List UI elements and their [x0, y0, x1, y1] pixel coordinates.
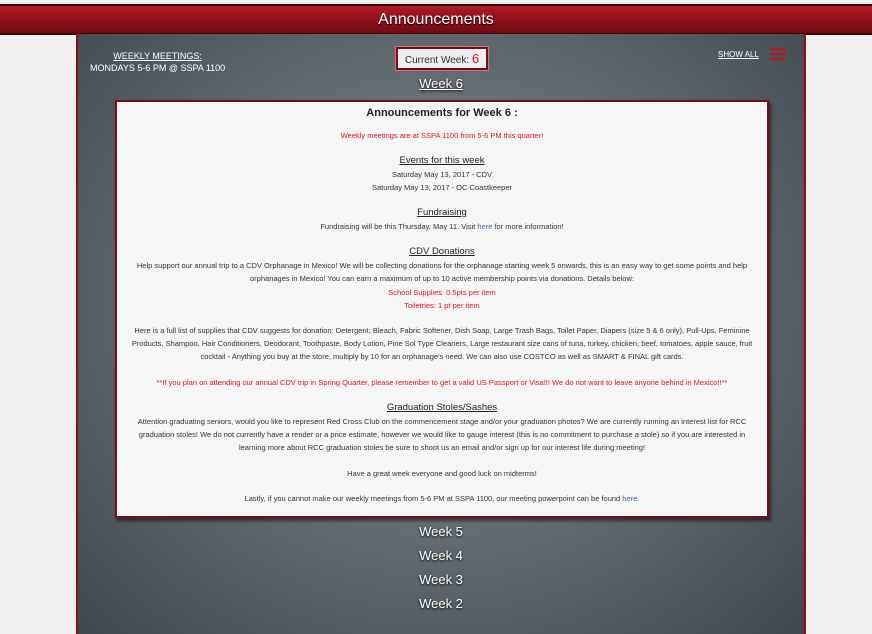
powerpoint-link[interactable]: here. [622, 494, 639, 503]
announcement-panel: Announcements for Week 6 : Weekly meetin… [115, 100, 769, 518]
event-item: Saturday May 13, 2017 - CDV [391, 170, 493, 179]
page-title: Announcements [378, 11, 494, 28]
closing-text: Have a great week everyone and good luck… [347, 469, 537, 478]
stoles-text: Attention graduating seniors, would you … [137, 417, 747, 452]
passport-notice: **If you plan on attending our annual CD… [156, 378, 728, 387]
fundraising-link[interactable]: here [477, 222, 492, 231]
current-week-label: Current Week: [404, 55, 472, 66]
events-heading: Events for this week [399, 155, 485, 166]
meeting-label: WEEKLY MEETINGS: [113, 51, 202, 61]
week-3-link[interactable]: Week 3 [78, 572, 804, 587]
week-2-link[interactable]: Week 2 [78, 596, 804, 611]
current-week-value: 6 [471, 51, 480, 66]
week-6-link[interactable]: Week 6 [78, 76, 804, 91]
meeting-info: WEEKLY MEETINGS: MONDAYS 5-6 PM @ SSPA 1… [90, 50, 225, 74]
stoles-heading: Graduation Stoles/Sashes [386, 402, 498, 413]
menu-icon[interactable] [770, 48, 786, 62]
show-all-link[interactable]: SHOW ALL [718, 50, 759, 60]
week-4-link[interactable]: Week 4 [78, 548, 804, 563]
cdv-toiletries: Toiletries: 1 pt per item [404, 301, 480, 310]
cdv-text: Help support our annual trip to a CDV Or… [136, 261, 748, 283]
announcement-title: Announcements for Week 6 : [366, 107, 518, 119]
current-week-badge: Current Week: 6 [396, 47, 488, 70]
main-content: WEEKLY MEETINGS: MONDAYS 5-6 PM @ SSPA 1… [76, 34, 806, 634]
week-5-link[interactable]: Week 5 [78, 524, 804, 539]
header-bar: Announcements [0, 4, 872, 35]
event-item: Saturday May 13, 2017 - OC Coastkeeper [371, 183, 513, 192]
cdv-heading: CDV Donations [409, 246, 475, 257]
supplies-text: Here is a full list of supplies that CDV… [131, 326, 753, 361]
cdv-school-supplies: School Supplies: 0.5pts per item [388, 288, 496, 297]
fundraising-text: Fundraising will be this Thursday, May 1… [320, 222, 564, 231]
meeting-notice: Weekly meetings are at SSPA 1100 from 5-… [340, 131, 544, 140]
meeting-time: MONDAYS 5-6 PM @ SSPA 1100 [90, 63, 226, 73]
last-text: Lastly, if you cannot make our weekly me… [244, 494, 640, 503]
fundraising-heading: Fundraising [417, 207, 467, 218]
